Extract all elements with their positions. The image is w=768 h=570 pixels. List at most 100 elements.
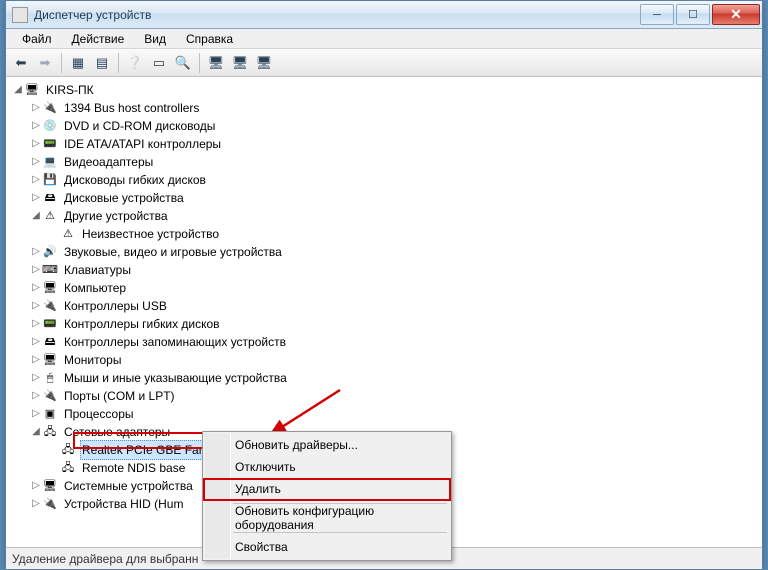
menu-action[interactable]: Действие xyxy=(62,30,135,48)
tree-item-label: Видеоадаптеры xyxy=(62,153,155,171)
tree-item[interactable]: ▷⌨ Клавиатуры xyxy=(6,261,762,279)
device-icon: 🖴 xyxy=(42,191,58,206)
menu-file[interactable]: Файл xyxy=(12,30,62,48)
tree-twist-icon[interactable]: ◢ xyxy=(12,81,24,99)
device-icon: ⚠ xyxy=(42,209,58,224)
tree-item-other[interactable]: ◢⚠Другие устройства xyxy=(6,207,762,225)
ctx-uninstall[interactable]: Удалить xyxy=(205,478,449,500)
maximize-button[interactable]: ☐ xyxy=(676,4,710,25)
tree-twist-icon[interactable]: ▷ xyxy=(30,495,42,513)
tree-item[interactable]: ▷🖴Контроллеры запоминающих устройств xyxy=(6,333,762,351)
tree-twist-icon[interactable]: ▷ xyxy=(30,135,42,153)
detail-button[interactable]: ▤ xyxy=(91,52,113,74)
tree-item[interactable]: ▷📟IDE ATA/ATAPI контроллеры xyxy=(6,135,762,153)
tree-twist-icon[interactable]: ◢ xyxy=(30,423,42,441)
app-icon xyxy=(12,7,28,23)
status-text: Удаление драйвера для выбранн xyxy=(12,552,198,566)
window-buttons: ─ ☐ ✕ xyxy=(640,4,762,25)
tree-twist-icon[interactable]: ◢ xyxy=(30,207,42,225)
tree-twist-icon[interactable]: ▷ xyxy=(30,315,42,333)
device-icon: 🖴 xyxy=(42,335,58,350)
forward-button[interactable]: ➡ xyxy=(34,52,56,74)
tree-twist-icon[interactable]: ▷ xyxy=(30,405,42,423)
tree-twist-icon[interactable]: ▷ xyxy=(30,117,42,135)
tree-item-label: Системные устройства xyxy=(62,477,195,495)
tree-item[interactable]: ▷🖥Компьютер xyxy=(6,279,762,297)
tree-twist-icon[interactable]: ▷ xyxy=(30,333,42,351)
tree-item[interactable]: ▷🔊 Звуковые, видео и игровые устройства xyxy=(6,243,762,261)
toolbar-divider xyxy=(199,53,200,73)
device-icon: 💾 xyxy=(42,173,58,188)
view-button[interactable]: ▦ xyxy=(67,52,89,74)
tree-twist-icon[interactable]: ▷ xyxy=(30,171,42,189)
device-icon: 🔌 xyxy=(42,497,58,512)
update-driver-button[interactable]: 🖥 xyxy=(205,52,227,74)
tree-twist-icon[interactable]: ▷ xyxy=(30,351,42,369)
tree-item-unknown[interactable]: ⚠ Неизвестное устройство xyxy=(6,225,762,243)
ctx-properties[interactable]: Свойства xyxy=(205,536,449,558)
scan-button[interactable]: 🔍 xyxy=(172,52,194,74)
device-icon: 🖥 xyxy=(24,83,40,98)
tree-item-label: Клавиатуры xyxy=(62,261,133,279)
device-icon: 🖱 xyxy=(42,371,58,386)
device-icon: ⌨ xyxy=(42,263,58,278)
tree-item[interactable]: ▷🖥Мониторы xyxy=(6,351,762,369)
tree-item-label: Контроллеры гибких дисков xyxy=(62,315,222,333)
tree-item[interactable]: ▷📟Контроллеры гибких дисков xyxy=(6,315,762,333)
tree-item-label: 1394 Bus host controllers xyxy=(62,99,201,117)
tree-twist-icon[interactable]: ▷ xyxy=(30,369,42,387)
tree-item[interactable]: ▷💿DVD и CD-ROM дисководы xyxy=(6,117,762,135)
titlebar[interactable]: Диспетчер устройств ─ ☐ ✕ xyxy=(6,1,762,29)
ctx-disable[interactable]: Отключить xyxy=(205,456,449,478)
device-icon: 💿 xyxy=(42,119,58,134)
minimize-button[interactable]: ─ xyxy=(640,4,674,25)
device-icon: 📟 xyxy=(42,137,58,152)
context-menu: Обновить драйверы... Отключить Удалить О… xyxy=(202,431,452,561)
tree-item-label: Устройства HID (Hum xyxy=(62,495,185,513)
tree-item-label: KIRS-ПК xyxy=(44,81,96,99)
tree-root[interactable]: ◢🖥 KIRS-ПК xyxy=(6,81,762,99)
device-icon: 🔌 xyxy=(42,389,58,404)
tree-item-label: Звуковые, видео и игровые устройства xyxy=(62,243,284,261)
tree-twist-icon[interactable]: ▷ xyxy=(30,153,42,171)
device-icon: 🔊 xyxy=(42,245,58,260)
tree-twist-icon[interactable]: ▷ xyxy=(30,189,42,207)
tree-item[interactable]: ▷▣ Процессоры xyxy=(6,405,762,423)
tree-item[interactable]: ▷💾Дисководы гибких дисков xyxy=(6,171,762,189)
close-button[interactable]: ✕ xyxy=(712,4,760,25)
props-button[interactable]: ▭ xyxy=(148,52,170,74)
ctx-update-drivers[interactable]: Обновить драйверы... xyxy=(205,434,449,456)
tree-item[interactable]: ▷🔌 Порты (COM и LPT) xyxy=(6,387,762,405)
tree-twist-icon[interactable]: ▷ xyxy=(30,297,42,315)
device-icon: ▣ xyxy=(42,407,58,422)
tree-twist-icon[interactable]: ▷ xyxy=(30,261,42,279)
back-button[interactable]: ⬅ xyxy=(10,52,32,74)
tree-item-label: Контроллеры USB xyxy=(62,297,169,315)
tree-item[interactable]: ▷🖱Мыши и иные указывающие устройства xyxy=(6,369,762,387)
ctx-scan-hardware[interactable]: Обновить конфигурацию оборудования xyxy=(205,507,449,529)
uninstall-button[interactable]: 🖥 xyxy=(229,52,251,74)
tree-twist-icon[interactable]: ▷ xyxy=(30,243,42,261)
tree-item[interactable]: ▷💻 Видеоадаптеры xyxy=(6,153,762,171)
tree-item-label: Неизвестное устройство xyxy=(80,225,221,243)
context-menu-separator xyxy=(233,532,447,533)
menu-help[interactable]: Справка xyxy=(176,30,243,48)
device-icon: 🔌 xyxy=(42,101,58,116)
tree-item-label: Порты (COM и LPT) xyxy=(62,387,177,405)
tree-twist-icon[interactable]: ▷ xyxy=(30,477,42,495)
device-icon: ⚠ xyxy=(60,227,76,242)
help-button[interactable]: ❔ xyxy=(124,52,146,74)
tree-item[interactable]: ▷🔌 1394 Bus host controllers xyxy=(6,99,762,117)
menu-view[interactable]: Вид xyxy=(134,30,176,48)
disable-button[interactable]: 🖥 xyxy=(253,52,275,74)
tree-twist-icon[interactable]: ▷ xyxy=(30,279,42,297)
toolbar-divider xyxy=(118,53,119,73)
device-icon: 🖧 xyxy=(60,461,76,476)
tree-item[interactable]: ▷🖴Дисковые устройства xyxy=(6,189,762,207)
tree-twist-icon[interactable]: ▷ xyxy=(30,387,42,405)
tree-twist-icon[interactable]: ▷ xyxy=(30,99,42,117)
device-icon: 🖥 xyxy=(42,479,58,494)
tree-item-label: Процессоры xyxy=(62,405,136,423)
tree-item[interactable]: ▷🔌Контроллеры USB xyxy=(6,297,762,315)
device-icon: 💻 xyxy=(42,155,58,170)
